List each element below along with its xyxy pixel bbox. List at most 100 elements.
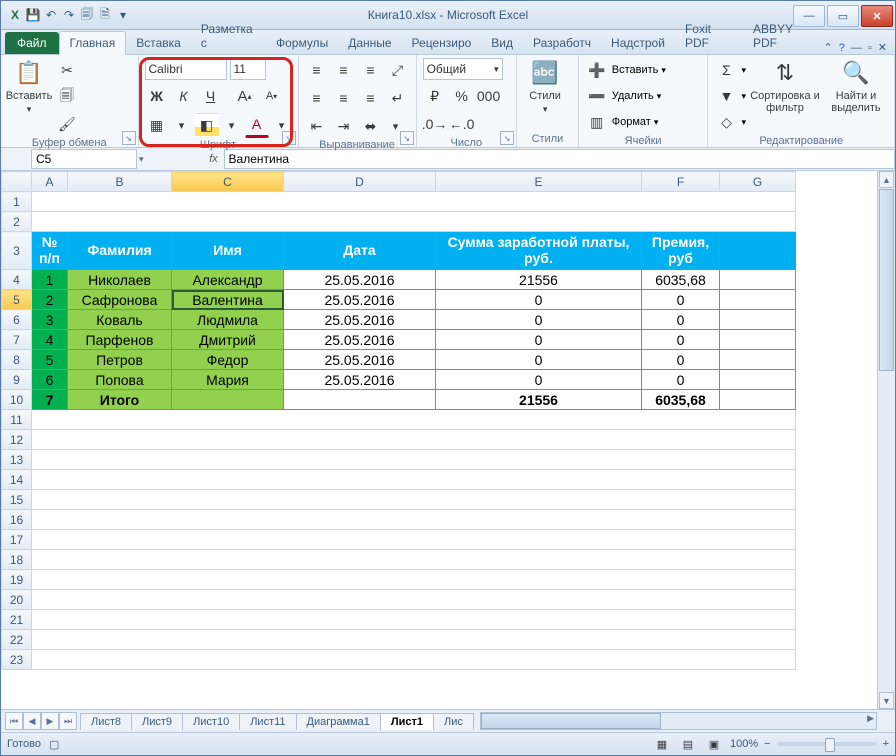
save-icon[interactable]: 💾 xyxy=(25,7,41,23)
row-header[interactable]: 10 xyxy=(2,390,32,410)
formula-input[interactable]: Валентина xyxy=(224,149,895,169)
vertical-scrollbar[interactable]: ▲ ▼ xyxy=(877,171,895,709)
sheet-tab[interactable]: Лист8 xyxy=(80,713,132,730)
font-color-button[interactable]: A xyxy=(245,112,269,138)
col-header-F[interactable]: F xyxy=(642,172,720,192)
wrap-text-button[interactable]: ↵ xyxy=(386,86,410,110)
row-header[interactable]: 18 xyxy=(2,550,32,570)
cell[interactable]: 0 xyxy=(642,310,720,330)
select-all-corner[interactable] xyxy=(2,172,32,192)
cell[interactable]: 0 xyxy=(436,330,642,350)
cell[interactable]: Попова xyxy=(68,370,172,390)
row-header[interactable]: 3 xyxy=(2,232,32,270)
cell[interactable]: 0 xyxy=(436,370,642,390)
zoom-level[interactable]: 100% xyxy=(730,738,758,750)
row-header[interactable]: 21 xyxy=(2,610,32,630)
copy-button[interactable]: 🗐 xyxy=(55,85,79,109)
merge-button[interactable]: ⬌ xyxy=(359,114,383,138)
col-header-A[interactable]: A xyxy=(32,172,68,192)
qat-tool-icon[interactable]: 🗎 xyxy=(97,7,113,23)
grow-font-button[interactable]: A▴ xyxy=(233,84,257,108)
th-num[interactable]: № п/п xyxy=(32,232,68,270)
col-header-C[interactable]: C xyxy=(172,172,284,192)
row-header[interactable]: 11 xyxy=(2,410,32,430)
bold-button[interactable]: Ж xyxy=(145,84,169,108)
row-header[interactable]: 19 xyxy=(2,570,32,590)
borders-menu[interactable]: ▾ xyxy=(172,115,192,135)
row-header[interactable]: 17 xyxy=(2,530,32,550)
tab-home[interactable]: Главная xyxy=(59,31,127,55)
namebox-dropdown-icon[interactable]: ▾ xyxy=(139,154,144,165)
cell[interactable]: 25.05.2016 xyxy=(284,350,436,370)
number-format-select[interactable]: Общий▾ xyxy=(423,58,503,80)
cell[interactable]: 25.05.2016 xyxy=(284,330,436,350)
cell[interactable]: 0 xyxy=(642,290,720,310)
row-header[interactable]: 4 xyxy=(2,270,32,290)
cell[interactable]: 7 xyxy=(32,390,68,410)
name-box[interactable]: C5 xyxy=(31,149,137,169)
delete-cells-icon[interactable]: ➖ xyxy=(585,84,609,108)
cell[interactable]: 0 xyxy=(642,330,720,350)
mdi-close-icon[interactable]: ✕ xyxy=(878,41,887,54)
qat-dropdown-icon[interactable]: ▾ xyxy=(115,7,131,23)
sheet-tab-active[interactable]: Лист1 xyxy=(380,713,434,730)
align-center-button[interactable]: ≡ xyxy=(332,86,356,110)
increase-decimal-button[interactable]: .0→ xyxy=(423,112,447,136)
sheet-tab[interactable]: Лис xyxy=(433,713,474,730)
align-middle-button[interactable]: ≡ xyxy=(332,58,356,82)
th-date[interactable]: Дата xyxy=(284,232,436,270)
fill-color-menu[interactable]: ▾ xyxy=(222,115,242,135)
tab-developer[interactable]: Разработч xyxy=(523,32,601,54)
cell[interactable]: 3 xyxy=(32,310,68,330)
increase-indent-button[interactable]: ⇥ xyxy=(332,114,356,138)
tab-addins[interactable]: Надстрой xyxy=(601,32,675,54)
format-painter-button[interactable]: 🖌 xyxy=(55,112,79,136)
view-pagelayout-button[interactable]: ▤ xyxy=(678,734,698,754)
cell[interactable]: 25.05.2016 xyxy=(284,370,436,390)
cell[interactable]: 4 xyxy=(32,330,68,350)
help-icon[interactable]: ? xyxy=(839,42,845,54)
view-pagebreak-button[interactable]: ▣ xyxy=(704,734,724,754)
autosum-button[interactable]: Σ xyxy=(714,58,738,82)
row-header[interactable]: 15 xyxy=(2,490,32,510)
close-button[interactable]: ✕ xyxy=(861,5,893,27)
row-header[interactable]: 6 xyxy=(2,310,32,330)
zoom-slider[interactable] xyxy=(777,742,877,746)
cell[interactable]: 25.05.2016 xyxy=(284,290,436,310)
active-cell[interactable]: Валентина xyxy=(172,290,284,310)
sheet-nav-next[interactable]: ▶ xyxy=(41,712,59,730)
scroll-down-icon[interactable]: ▼ xyxy=(879,692,894,709)
tab-view[interactable]: Вид xyxy=(481,32,523,54)
row-header[interactable]: 20 xyxy=(2,590,32,610)
borders-button[interactable]: ▦ xyxy=(145,113,169,137)
sheet-tab[interactable]: Лист11 xyxy=(239,713,296,730)
cell[interactable]: 6035,68 xyxy=(642,270,720,290)
sheet-tab[interactable]: Диаграмма1 xyxy=(296,713,381,730)
tab-data[interactable]: Данные xyxy=(338,32,401,54)
sheet-tab[interactable]: Лист10 xyxy=(182,713,240,730)
zoom-in-button[interactable]: + xyxy=(883,738,889,750)
underline-button[interactable]: Ч xyxy=(199,84,223,108)
th-sum[interactable]: Сумма заработной платы, руб. xyxy=(436,232,642,270)
horizontal-scrollbar[interactable]: ◀ ▶ xyxy=(480,712,877,730)
macro-record-icon[interactable]: ▢ xyxy=(49,738,59,751)
tab-review[interactable]: Рецензиро xyxy=(402,32,482,54)
cell[interactable]: 21556 xyxy=(436,390,642,410)
insert-cells-button[interactable]: Вставить xyxy=(612,64,659,76)
cut-button[interactable]: ✂ xyxy=(55,58,79,82)
cell[interactable]: 6035,68 xyxy=(642,390,720,410)
scroll-thumb[interactable] xyxy=(879,189,894,371)
cell[interactable]: Людмила xyxy=(172,310,284,330)
orientation-button[interactable]: ⤢ xyxy=(386,58,410,82)
cell[interactable]: Сафронова xyxy=(68,290,172,310)
fill-button[interactable]: ▼ xyxy=(714,84,738,108)
row-header[interactable]: 9 xyxy=(2,370,32,390)
font-name-input[interactable]: Calibri xyxy=(145,58,227,80)
align-bottom-button[interactable]: ≡ xyxy=(359,58,383,82)
mdi-min-icon[interactable]: — xyxy=(851,42,862,54)
row-header[interactable]: 16 xyxy=(2,510,32,530)
cell[interactable]: 1 xyxy=(32,270,68,290)
cell[interactable]: 0 xyxy=(436,350,642,370)
tab-file[interactable]: Файл xyxy=(5,32,59,54)
cell[interactable] xyxy=(284,390,436,410)
